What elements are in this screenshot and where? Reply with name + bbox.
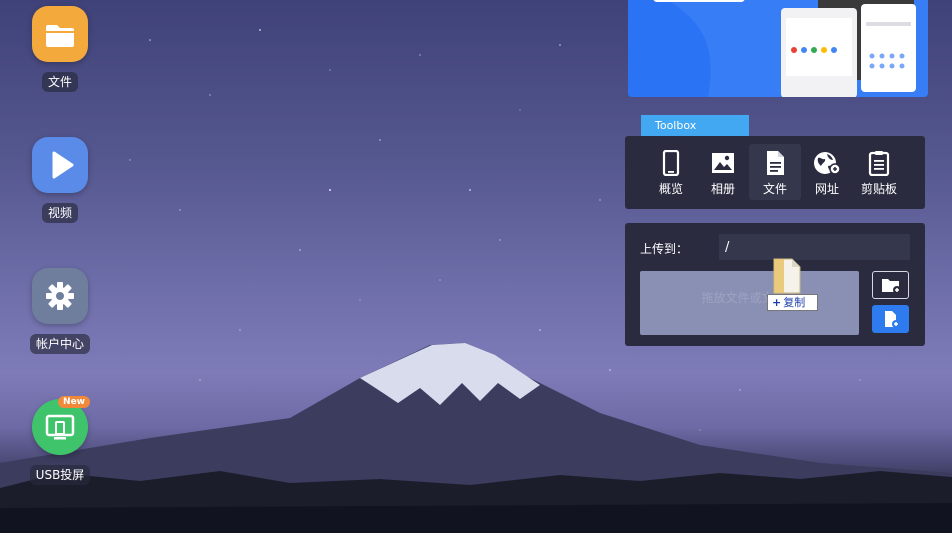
tool-label: 网址: [814, 182, 839, 196]
dragged-file-ghost: [772, 257, 802, 295]
document-icon: [767, 151, 784, 175]
tool-label: 概览: [658, 182, 683, 196]
globe-icon: [814, 152, 841, 175]
tool-label: 相册: [710, 182, 735, 196]
desktop-icon-label: 帐户中心: [29, 334, 90, 354]
copy-label: 复制: [783, 296, 806, 309]
preview-illustration: [628, 0, 928, 97]
tool-overview[interactable]: 概览: [645, 144, 697, 200]
image-icon: [712, 153, 734, 173]
clipboard-icon: [868, 151, 890, 176]
file-add-icon: [884, 311, 900, 328]
upload-file-button[interactable]: [872, 305, 909, 333]
desktop-icon-label: USB投屏: [29, 465, 91, 485]
screen-cast-icon: New: [32, 396, 90, 455]
folder-add-icon: [881, 279, 901, 294]
phone-icon: [662, 150, 680, 176]
upload-folder-button[interactable]: [872, 271, 909, 299]
desktop-icon-files[interactable]: 文件: [10, 6, 110, 92]
file-dropzone[interactable]: 拖放文件或文件夹: [640, 271, 859, 335]
toolbox-tab[interactable]: Toolbox: [641, 115, 749, 136]
new-badge: New: [58, 396, 90, 408]
mountain-landscape: [0, 343, 952, 533]
tool-url[interactable]: 网址: [801, 144, 853, 200]
tool-album[interactable]: 相册: [697, 144, 749, 200]
tool-files[interactable]: 文件: [749, 144, 801, 200]
drag-copy-tooltip: + 复制: [767, 294, 818, 311]
upload-path-input[interactable]: [719, 234, 910, 260]
desktop-icon-label: 文件: [41, 72, 78, 92]
play-icon: [32, 137, 88, 193]
gear-icon: [32, 268, 88, 324]
file-icon: [773, 258, 801, 294]
desktop-icon-account-center[interactable]: 帐户中心: [10, 268, 110, 354]
desktop-icon-usb-cast[interactable]: New USB投屏: [10, 396, 110, 485]
tool-clipboard[interactable]: 剪贴板: [853, 144, 905, 200]
plus-icon: +: [772, 296, 782, 309]
tool-label: 文件: [762, 182, 787, 196]
folder-icon: [32, 6, 88, 62]
toolbox-panel: 概览 相册 文件 网址 剪贴板: [625, 136, 925, 209]
phone-preview-panel[interactable]: [628, 0, 928, 97]
desktop-icon-label: 视频: [41, 203, 78, 223]
desktop-icon-video[interactable]: 视频: [10, 137, 110, 223]
tool-label: 剪贴板: [860, 182, 897, 196]
upload-to-label: 上传到：: [640, 242, 689, 256]
